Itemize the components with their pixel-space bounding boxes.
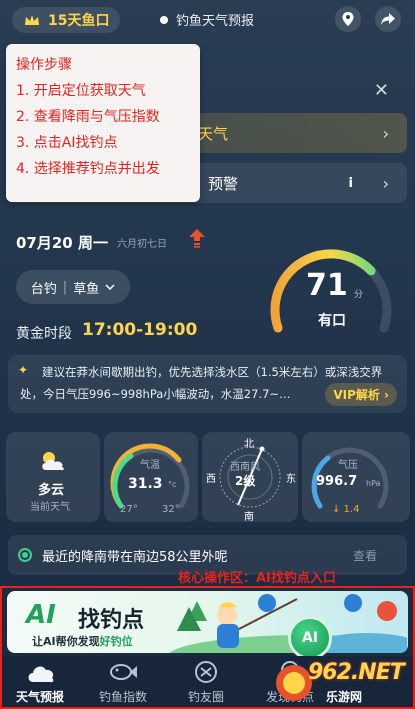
method-label: 台钓: [30, 281, 57, 297]
share-icon[interactable]: [375, 6, 401, 32]
pressure-label: 气压: [338, 460, 358, 471]
temperature-min: 27°: [120, 504, 138, 515]
temperature-card[interactable]: 气温 31.3 °c 27° 32°: [104, 432, 198, 522]
forecast-header: 钓鱼天气预报: [160, 10, 254, 29]
pressure-unit: hPa: [366, 479, 381, 488]
weather-banner-text: 天气: [198, 124, 229, 143]
pressure-change: ↓ 1.4: [332, 504, 360, 515]
fishing-method-select[interactable]: 台钓 | 草鱼: [16, 270, 130, 304]
sparkle-icon: ✦: [18, 363, 29, 377]
weather-value: 多云: [38, 483, 65, 498]
info-icon: i: [348, 175, 353, 191]
fishing-days-pill[interactable]: 15天鱼口: [12, 7, 120, 33]
pressure-value: 996.7: [316, 474, 358, 489]
popup-step: 4. 选择推荐钓点并出发: [16, 161, 160, 177]
temperature-unit: °c: [168, 480, 177, 489]
chevron-right-icon: ›: [382, 123, 389, 143]
dot-icon: [160, 15, 168, 24]
radar-icon: [18, 548, 32, 562]
steps-popup: 操作步骤 1. 开启定位获取天气 2. 查看降雨与气压指数 3. 点击AI找钓点…: [6, 44, 200, 202]
chevron-down-icon: [105, 284, 115, 290]
score-unit: 分: [354, 290, 364, 300]
golden-period-label: 黄金时段: [16, 326, 72, 342]
date-label: 07月20 周一: [16, 234, 108, 252]
close-icon[interactable]: ✕: [374, 80, 389, 101]
weather-card[interactable]: 多云 当前天气: [6, 432, 100, 522]
chevron-right-icon: ›: [382, 173, 389, 193]
vip-analysis-button[interactable]: VIP解析 ›: [325, 383, 397, 406]
popup-step: 3. 点击AI找钓点: [16, 135, 118, 151]
compass-west: 西: [206, 474, 216, 485]
fish-label: 草鱼: [73, 281, 100, 297]
alert-banner-text: 预警: [208, 174, 239, 193]
crown-icon: [25, 15, 39, 25]
fishing-advice[interactable]: ✦ 建议在莽水间歇期出钓，优先选择浅水区（1.5米左右）或深浅交界 处，今日气压…: [8, 355, 407, 413]
temperature-max: 32°: [162, 504, 180, 515]
wind-level: 2级: [235, 474, 256, 488]
compass-south: 南: [244, 512, 254, 523]
popup-step: 1. 开启定位获取天气: [16, 83, 146, 99]
score-value: 71: [306, 268, 348, 303]
rain-more-link[interactable]: 查看: [353, 547, 377, 564]
advice-line: 建议在莽水间歇期出钓，优先选择浅水区（1.5米左右）或深浅交界: [42, 365, 383, 379]
location-icon[interactable]: [335, 6, 361, 32]
temperature-value: 31.3: [128, 476, 163, 492]
popup-step: 2. 查看降雨与气压指数: [16, 109, 160, 125]
temperature-label: 气温: [140, 460, 160, 471]
core-area-highlight: [0, 586, 415, 709]
separator: |: [62, 279, 68, 295]
wind-direction: 西南风: [230, 462, 260, 473]
wind-card[interactable]: 北 南 东 西 西南风 2级: [202, 432, 298, 523]
forecast-title: 钓鱼天气预报: [176, 14, 255, 29]
core-area-label: 核心操作区：AI找钓点入口: [178, 571, 336, 586]
lunar-date: 六月初七日: [117, 239, 167, 250]
app-screen: 15天鱼口 钓鱼天气预报 ✕ 天气 › 预警 i › 操作步骤 1. 开启定位获…: [0, 0, 415, 709]
compass-east: 东: [286, 474, 296, 485]
score-label: 有口: [318, 313, 346, 329]
rain-notice-text: 最近的降南带在南边58公里外呢: [42, 549, 228, 565]
pressure-card[interactable]: 气压 996.7 hPa ↓ 1.4: [302, 432, 410, 522]
popup-title: 操作步骤: [16, 57, 72, 73]
fishing-days-label: 15天鱼口: [48, 13, 110, 29]
partly-cloudy-icon: [42, 452, 64, 471]
compass-north: 北: [244, 439, 254, 450]
trend-up-icon: [189, 229, 205, 248]
weather-label: 当前天气: [30, 502, 70, 513]
golden-period-time: 17:00-19:00: [82, 320, 198, 340]
